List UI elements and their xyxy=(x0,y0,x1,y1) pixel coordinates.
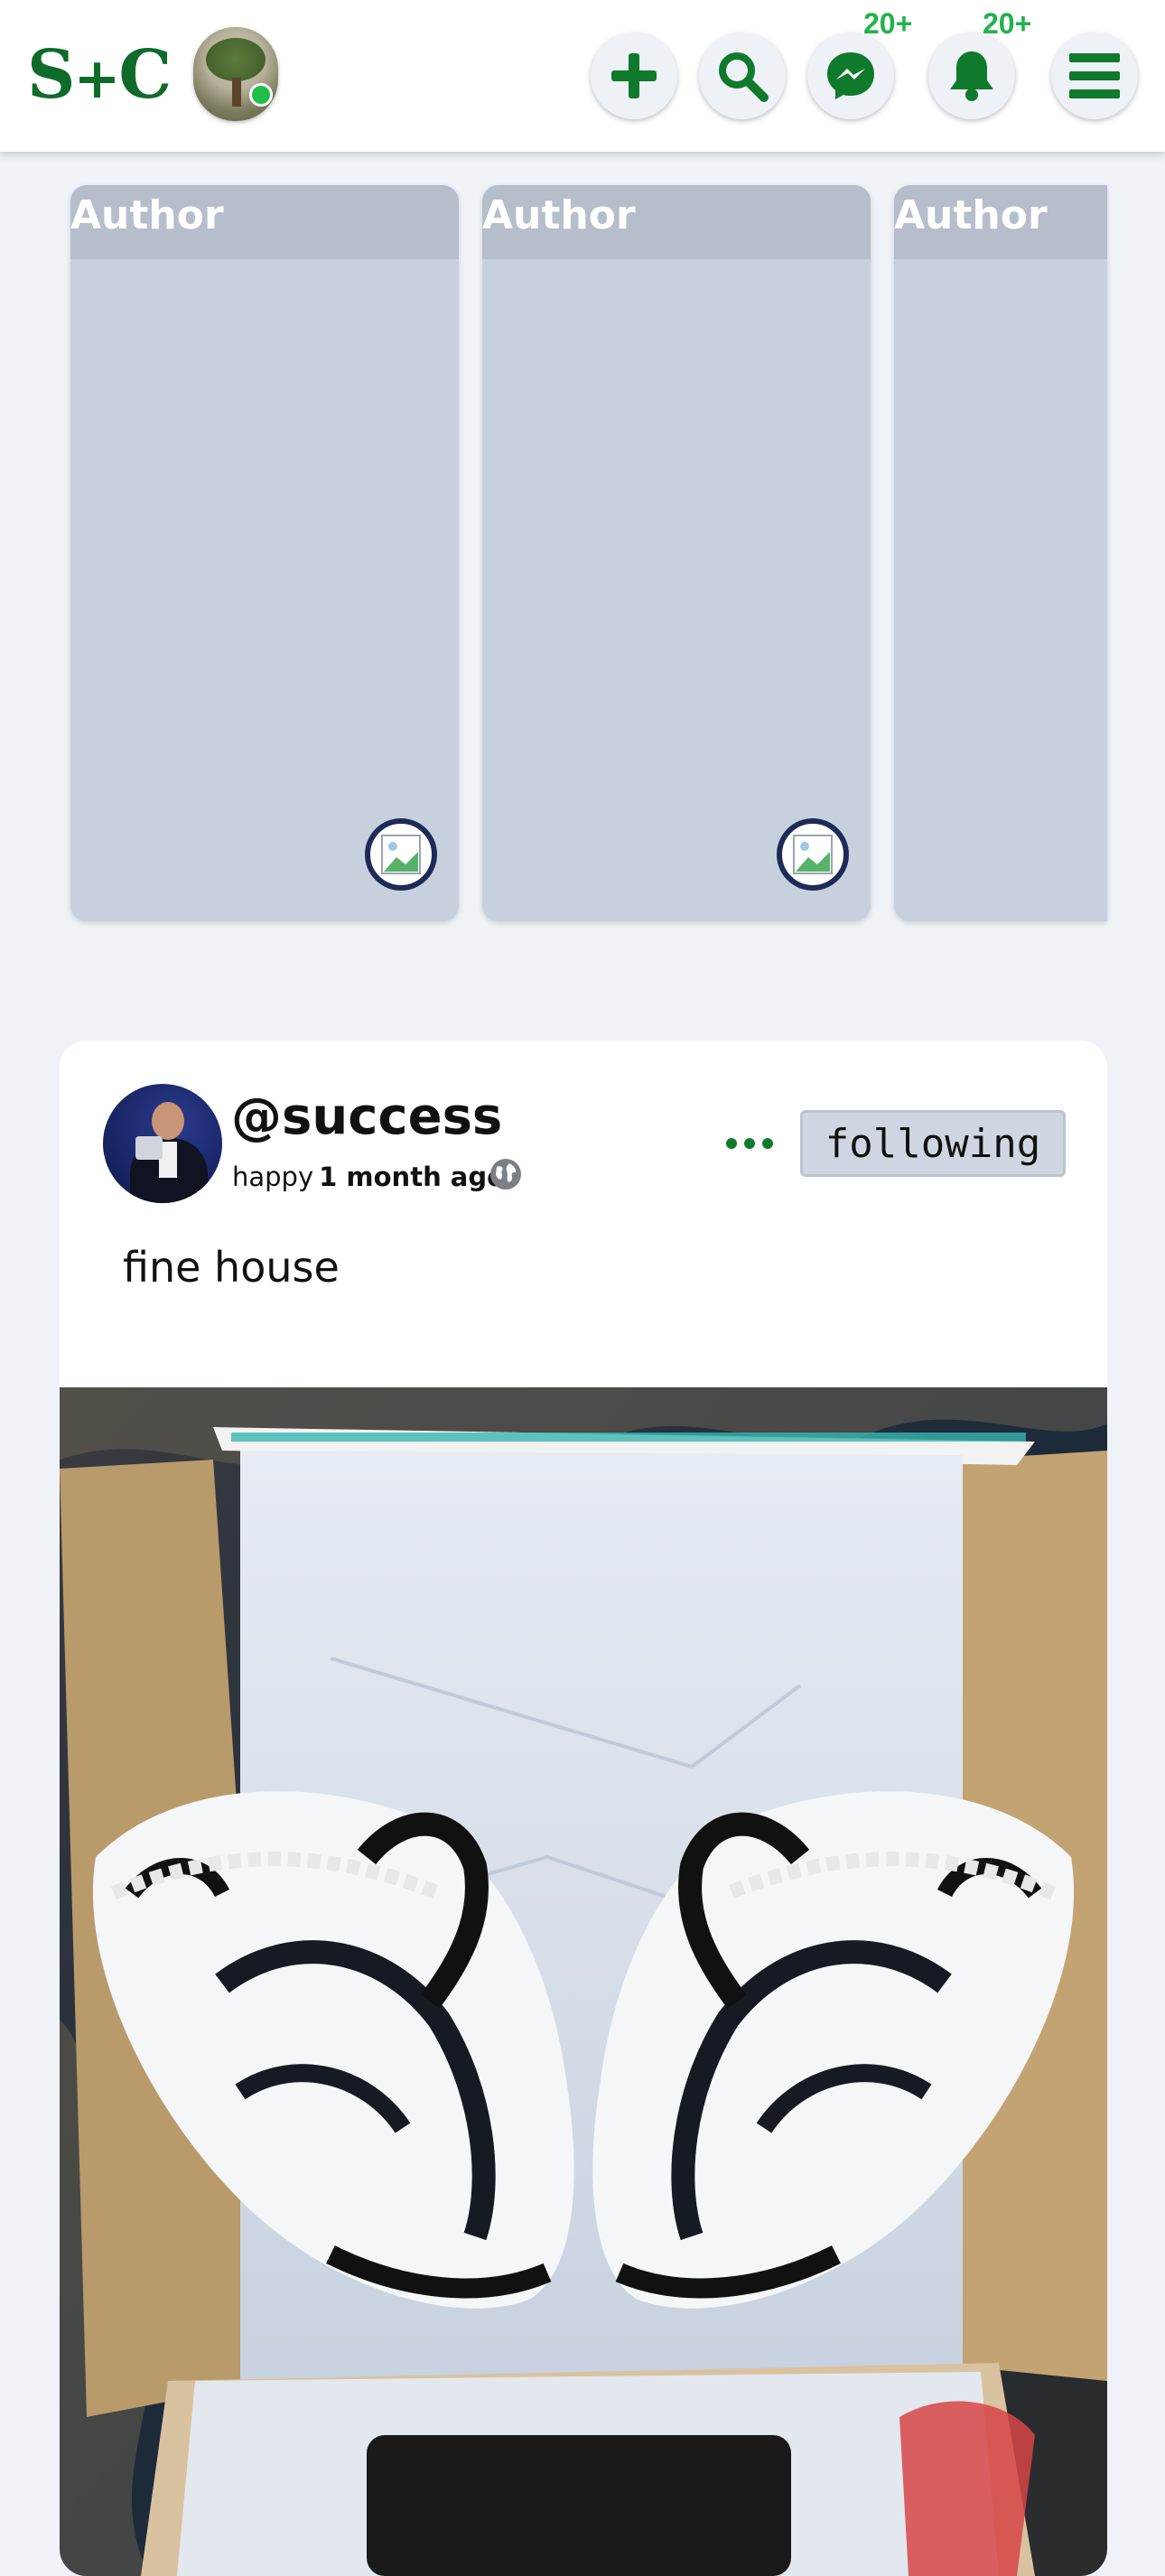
online-status-dot xyxy=(249,83,273,107)
tree-trunk xyxy=(232,78,241,107)
tree-image xyxy=(206,38,266,81)
notifications-badge: 20+ xyxy=(983,7,1032,40)
top-bar: S+C 20+ 20+ xyxy=(0,0,1165,152)
story-author-avatar[interactable] xyxy=(365,818,437,891)
create-post-button[interactable] xyxy=(591,33,677,119)
post-meta: happy 1 month ago xyxy=(232,1162,505,1192)
logo-plus: + xyxy=(73,45,120,111)
story-author-name: Author xyxy=(482,192,636,238)
story-card[interactable]: Author xyxy=(894,185,1107,921)
broken-image-icon xyxy=(793,835,833,874)
notifications-button[interactable] xyxy=(928,33,1015,119)
hamburger-menu-icon xyxy=(1069,53,1120,98)
messenger-icon xyxy=(827,52,874,99)
avatar-trophy xyxy=(135,1136,163,1160)
post-username[interactable]: @success xyxy=(231,1087,502,1146)
story-author-name: Author xyxy=(70,192,224,238)
site-logo[interactable]: S+C xyxy=(27,34,172,119)
bell-icon xyxy=(950,51,993,101)
following-button[interactable]: following xyxy=(800,1110,1066,1177)
logo-letter-c: C xyxy=(118,36,172,114)
globe-icon xyxy=(490,1159,521,1190)
story-author-name: Author xyxy=(894,192,1048,238)
story-author-avatar[interactable] xyxy=(777,818,849,891)
avatar-face xyxy=(152,1102,184,1140)
post-timestamp[interactable]: 1 month ago xyxy=(319,1162,505,1192)
logo-letter-s: S xyxy=(27,36,75,114)
post-card: @success happy 1 month ago following fine… xyxy=(60,1041,1107,2576)
plus-icon xyxy=(611,53,657,98)
broken-image-icon xyxy=(381,835,421,874)
search-button[interactable] xyxy=(699,33,786,119)
story-card[interactable]: Author xyxy=(482,185,871,921)
more-options-icon[interactable] xyxy=(724,1134,775,1153)
messages-badge: 20+ xyxy=(863,7,913,40)
menu-button[interactable] xyxy=(1051,33,1138,119)
post-image[interactable] xyxy=(60,1387,1107,2576)
post-text: fine house xyxy=(123,1243,340,1292)
story-card[interactable]: Author xyxy=(70,185,459,921)
profile-avatar[interactable] xyxy=(193,27,278,121)
post-author-avatar[interactable] xyxy=(103,1084,222,1203)
search-icon xyxy=(719,52,769,102)
post-mood: happy xyxy=(232,1162,314,1192)
messages-button[interactable] xyxy=(807,33,894,119)
